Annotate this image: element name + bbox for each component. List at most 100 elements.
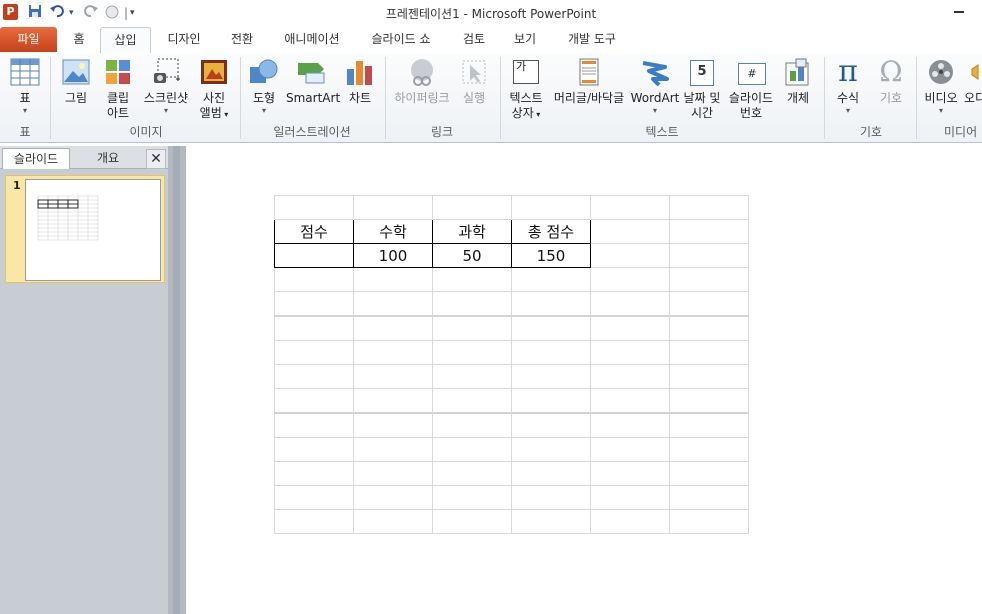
table-cell[interactable] [511,509,591,534]
table-cell[interactable] [353,509,433,534]
chart-button[interactable]: 차트 [342,57,378,106]
table-cell[interactable] [274,195,354,220]
equation-button[interactable]: π 수식 ▾ [830,57,866,116]
table-cell[interactable] [274,291,354,317]
slide-thumbnail-selected[interactable]: 1 [5,175,165,283]
smartart-button[interactable]: SmartArt [286,57,340,106]
table-cell[interactable] [353,267,433,292]
slide-number-button[interactable]: # 슬라이드 번호 [724,57,778,121]
table-button[interactable]: 표 ▾ [6,57,44,116]
table-cell[interactable] [353,291,433,317]
slide-table[interactable]: 점수 수학 과학 총 점수 100 50 150 [274,195,749,534]
table-cell[interactable] [353,340,433,365]
table-cell[interactable] [274,485,354,510]
table-cell[interactable] [274,267,354,292]
table-cell[interactable] [353,364,433,389]
tab-transitions[interactable]: 전환 [222,27,262,52]
table-cell[interactable] [432,388,512,414]
action-button[interactable]: 실행 [458,57,490,106]
table-cell[interactable] [669,243,749,268]
tab-outline[interactable]: 개요 [78,148,138,168]
table-cell[interactable] [669,461,749,486]
table-cell[interactable] [432,461,512,486]
table-cell[interactable] [274,243,354,268]
panel-splitter[interactable] [168,146,186,614]
table-cell[interactable] [353,315,433,341]
wordart-button[interactable]: WordArt ▾ [630,57,680,116]
table-cell[interactable] [669,195,749,220]
table-cell[interactable] [353,485,433,510]
table-cell[interactable] [511,291,591,317]
table-cell[interactable] [590,388,670,414]
table-cell[interactable] [590,267,670,292]
table-cell[interactable] [511,388,591,414]
screenshot-button[interactable]: 스크린샷 ▾ [140,57,192,116]
table-cell[interactable] [511,340,591,365]
table-cell[interactable] [590,315,670,341]
table-cell[interactable] [432,437,512,462]
table-cell[interactable] [511,461,591,486]
header-footer-button[interactable]: 머리글/바닥글 [548,57,630,106]
tab-view[interactable]: 보기 [507,27,543,52]
table-cell[interactable]: 점수 [274,219,354,244]
picture-button[interactable]: 그림 [58,57,94,106]
minimize-icon[interactable] [952,1,966,15]
table-cell[interactable] [590,291,670,317]
table-cell[interactable] [590,485,670,510]
datetime-button[interactable]: 5 날짜 및 시간 [682,57,722,121]
table-cell[interactable] [353,412,433,438]
table-cell[interactable] [669,291,749,317]
table-cell[interactable] [669,437,749,462]
table-cell[interactable] [511,364,591,389]
table-cell[interactable] [669,388,749,414]
table-cell[interactable] [511,267,591,292]
textbox-button[interactable]: 가 텍스트 상자 ▾ [506,57,546,122]
table-cell[interactable] [274,388,354,414]
table-cell[interactable] [274,412,354,438]
table-cell[interactable] [669,315,749,341]
table-cell[interactable] [590,509,670,534]
tab-animations[interactable]: 애니메이션 [276,27,348,52]
table-cell[interactable]: 100 [353,243,433,268]
table-cell[interactable] [590,243,670,268]
table-cell[interactable] [353,195,433,220]
table-cell[interactable] [590,437,670,462]
tab-slides[interactable]: 슬라이드 [2,148,70,169]
table-cell[interactable] [511,485,591,510]
object-button[interactable]: 개체 [780,57,816,106]
table-cell[interactable] [590,412,670,438]
photo-album-button[interactable]: 사진 앨범 ▾ [194,57,234,122]
table-cell[interactable] [274,437,354,462]
tab-home[interactable]: 홈 [64,27,94,52]
table-cell[interactable]: 50 [432,243,512,268]
table-cell[interactable]: 과학 [432,219,512,244]
table-cell[interactable] [274,364,354,389]
symbol-button[interactable]: Ω 기호 [872,57,910,106]
tab-file[interactable]: 파일 [0,27,57,52]
table-cell[interactable] [432,267,512,292]
table-cell[interactable] [511,195,591,220]
table-cell[interactable] [432,364,512,389]
video-button[interactable]: 비디오 ▾ [920,57,962,116]
table-cell[interactable] [353,437,433,462]
table-cell[interactable] [511,315,591,341]
table-cell[interactable] [353,388,433,414]
clipart-button[interactable]: 클립 아트 [100,57,136,121]
table-cell[interactable] [432,412,512,438]
table-cell[interactable] [432,509,512,534]
table-cell[interactable] [432,291,512,317]
table-cell[interactable]: 수학 [353,219,433,244]
table-cell[interactable] [669,509,749,534]
table-cell[interactable] [590,461,670,486]
table-cell[interactable] [669,267,749,292]
table-cell[interactable] [432,195,512,220]
table-cell[interactable] [590,340,670,365]
slide-thumbnail[interactable] [25,179,161,281]
close-icon[interactable]: ✕ [146,149,166,169]
tab-design[interactable]: 디자인 [160,27,208,52]
table-cell[interactable] [274,461,354,486]
table-cell[interactable] [274,315,354,341]
table-cell[interactable] [353,461,433,486]
hyperlink-button[interactable]: 하이퍼링크 [390,57,454,106]
tab-review[interactable]: 검토 [454,27,494,52]
